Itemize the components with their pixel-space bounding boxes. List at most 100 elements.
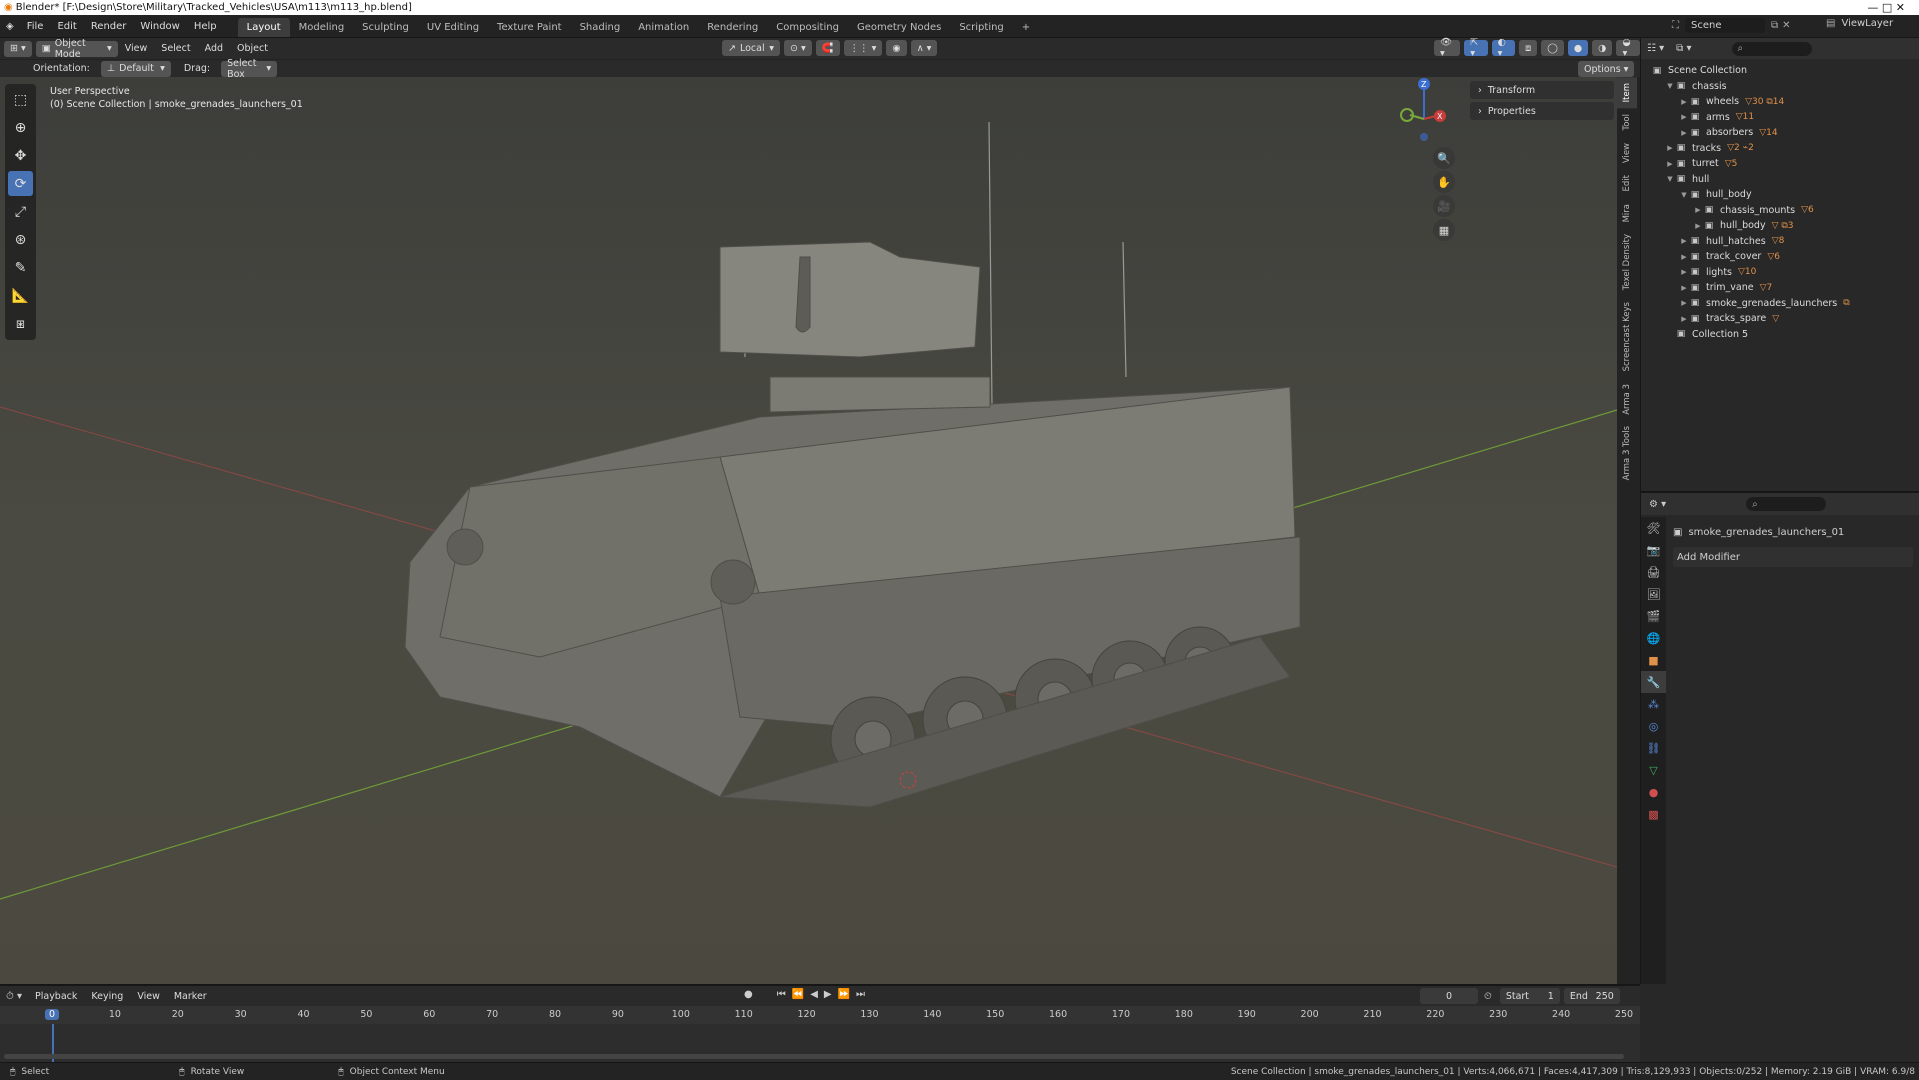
tab-animation[interactable]: Animation — [629, 18, 698, 37]
tab-rendering[interactable]: Rendering — [698, 18, 767, 37]
tab-sculpting[interactable]: Sculpting — [353, 18, 418, 37]
collapsed-arrow-icon[interactable]: ▶ — [1693, 206, 1703, 214]
wireframe-shading-button[interactable]: ◯ — [1541, 40, 1564, 56]
grid-perspective-icon[interactable]: ▦ — [1433, 219, 1455, 241]
start-frame-field[interactable]: Start 1 — [1499, 988, 1560, 1004]
timeline[interactable]: 0 10 20 30 40 50 60 70 80 90 100 110 120 130 140 150 160… — [0, 1006, 1640, 1062]
menu-keying[interactable]: Keying — [84, 991, 130, 1002]
expanded-arrow-icon[interactable]: ▼ — [1679, 191, 1689, 199]
annotate-icon[interactable]: ✎ — [8, 255, 33, 280]
mode-dropdown[interactable]: ▣ Object Mode ▾ — [35, 38, 118, 60]
jump-end-icon[interactable]: ⏭ — [856, 989, 865, 1000]
pivot-point-button[interactable]: ⊙ ▾ — [784, 40, 812, 56]
collapsed-arrow-icon[interactable]: ▶ — [1679, 129, 1689, 137]
modifier-tab-icon[interactable]: 🔧 — [1641, 671, 1666, 693]
menu-marker[interactable]: Marker — [167, 991, 214, 1002]
camera-icon[interactable]: 🎥 — [1433, 195, 1455, 217]
tab-screencast-keys[interactable]: Screencast Keys — [1617, 296, 1637, 377]
menu-edit[interactable]: Edit — [50, 21, 83, 32]
menu-render[interactable]: Render — [84, 21, 134, 32]
outliner-item[interactable]: ▶ ▣ arms ▽11 — [1651, 110, 1919, 126]
overlays-toggle[interactable]: ◐ ▾ — [1491, 37, 1516, 59]
transform-icon[interactable]: ⊛ — [8, 227, 33, 252]
delete-scene-icon[interactable]: ✕ — [1782, 20, 1790, 31]
outliner-item[interactable]: ▶ ▣ hull_body ▽ ⧉3 — [1651, 218, 1919, 234]
outliner-item[interactable]: ▶ ▣ turret ▽5 — [1651, 156, 1919, 172]
tab-arma-3-tools[interactable]: Arma 3 Tools — [1617, 420, 1637, 486]
solid-shading-button[interactable]: ● — [1567, 40, 1589, 56]
particles-tab-icon[interactable]: ⁂ — [1641, 693, 1666, 715]
tab-modeling[interactable]: Modeling — [290, 18, 354, 37]
collapsed-arrow-icon[interactable]: ▶ — [1665, 160, 1675, 168]
outliner-item[interactable]: ▶ ▣ wheels ▽30 ⧉14 — [1651, 94, 1919, 110]
collapsed-arrow-icon[interactable]: ▶ — [1679, 253, 1689, 261]
editor-type-button[interactable]: ⊞ ▾ — [4, 40, 32, 57]
tab-tool[interactable]: Tool — [1617, 108, 1637, 137]
visibility-button[interactable]: 👁 ▾ — [1434, 37, 1461, 59]
orientation-dropdown[interactable]: ⊥ Default ▾ — [100, 60, 171, 77]
measure-icon[interactable]: 📐 — [8, 283, 33, 308]
collapsed-arrow-icon[interactable]: ▶ — [1679, 98, 1689, 106]
tab-mira[interactable]: Mira — [1617, 198, 1637, 228]
menu-timeline-view[interactable]: View — [130, 991, 167, 1002]
3d-viewport[interactable]: User Perspective (0) Scene Collection | … — [0, 77, 1617, 984]
menu-select[interactable]: Select — [154, 43, 197, 54]
record-icon[interactable]: ● — [744, 989, 753, 1000]
xray-toggle[interactable]: ⧈ — [1519, 40, 1538, 56]
rotate-icon[interactable]: ⟳ — [8, 171, 33, 196]
collapsed-arrow-icon[interactable]: ▶ — [1679, 315, 1689, 323]
next-keyframe-icon[interactable]: ⏩ — [838, 989, 850, 1000]
output-tab-icon[interactable]: 🖨 — [1641, 561, 1666, 583]
collapsed-arrow-icon[interactable]: ▶ — [1679, 237, 1689, 245]
scene-selector[interactable]: ⛶ Scene ⧉ ✕ — [1672, 18, 1791, 33]
scale-icon[interactable]: ⤢ — [8, 199, 33, 224]
menu-playback[interactable]: Playback — [28, 991, 84, 1002]
outliner-item[interactable]: ▶ ▣ trim_vane ▽7 — [1651, 280, 1919, 296]
outliner-item[interactable]: ▶ ▣ lights ▽10 — [1651, 265, 1919, 281]
properties-panel-header[interactable]: › Properties — [1470, 102, 1614, 120]
menu-help[interactable]: Help — [187, 21, 224, 32]
outliner-root[interactable]: ▣ Scene Collection — [1651, 63, 1919, 79]
outliner-item[interactable]: ▶ ▣ tracks_spare ▽ — [1651, 311, 1919, 327]
frame-ruler[interactable]: 0 10 20 30 40 50 60 70 80 90 100 110 120 130 140 150 160… — [0, 1006, 1640, 1024]
outliner-item[interactable]: ▶ ▣ absorbers ▽14 — [1651, 125, 1919, 141]
falloff-button[interactable]: ∧ ▾ — [910, 40, 938, 56]
outliner-item[interactable]: ▼ ▣ chassis — [1651, 79, 1919, 95]
material-tab-icon[interactable]: ● — [1641, 781, 1666, 803]
new-scene-icon[interactable]: ⧉ — [1771, 20, 1778, 31]
add-cube-icon[interactable]: ⧆ — [8, 311, 33, 336]
navigation-gizmo[interactable]: Z X — [1396, 77, 1476, 151]
tab-edit[interactable]: Edit — [1617, 169, 1637, 197]
timeline-editor-icon[interactable]: ⏱ ▾ — [0, 991, 28, 1002]
gizmo-toggle[interactable]: ⇱ ▾ — [1464, 37, 1488, 59]
constraints-tab-icon[interactable]: ⛓ — [1641, 737, 1666, 759]
outliner-item[interactable]: ▼ ▣ hull_body — [1651, 187, 1919, 203]
tab-texel-density[interactable]: Texel Density — [1617, 228, 1637, 296]
expanded-arrow-icon[interactable]: ▼ — [1665, 82, 1675, 90]
outliner-item[interactable]: ▣ Collection 5 — [1651, 327, 1919, 343]
menu-object[interactable]: Object — [230, 43, 275, 54]
tab-view[interactable]: View — [1617, 137, 1637, 169]
transform-panel-header[interactable]: › Transform — [1470, 81, 1614, 99]
collapsed-arrow-icon[interactable]: ▶ — [1693, 222, 1703, 230]
outliner-item[interactable]: ▶ ▣ chassis_mounts ▽6 — [1651, 203, 1919, 219]
play-reverse-icon[interactable]: ◀ — [810, 989, 818, 1000]
window-controls[interactable]: — □ ✕ — [1867, 1, 1919, 14]
add-workspace-button[interactable]: + — [1013, 18, 1039, 37]
collapsed-arrow-icon[interactable]: ▶ — [1665, 144, 1675, 152]
snap-mode-button[interactable]: ⋮⋮ ▾ — [843, 40, 883, 56]
outliner-item[interactable]: ▶ ▣ track_cover ▽6 — [1651, 249, 1919, 265]
collapsed-arrow-icon[interactable]: ▶ — [1679, 299, 1689, 307]
tab-texture-paint[interactable]: Texture Paint — [488, 18, 571, 37]
expanded-arrow-icon[interactable]: ▼ — [1665, 175, 1675, 183]
timeline-scrollbar[interactable] — [4, 1054, 1624, 1059]
outliner-search-input[interactable]: ⌕ — [1731, 41, 1812, 56]
end-frame-field[interactable]: End 250 — [1563, 988, 1620, 1004]
outliner-item[interactable]: ▶ ▣ tracks ▽2 ⌁2 — [1651, 141, 1919, 157]
tab-geometry-nodes[interactable]: Geometry Nodes — [848, 18, 950, 37]
scene-tab-icon[interactable]: 🎬 — [1641, 605, 1666, 627]
add-modifier-button[interactable]: Add Modifier — [1673, 547, 1913, 567]
tab-item[interactable]: Item — [1617, 77, 1637, 109]
snap-toggle[interactable]: 🧲 — [815, 40, 840, 56]
outliner-item[interactable]: ▶ ▣ smoke_grenades_launchers ⧉ — [1651, 296, 1919, 312]
